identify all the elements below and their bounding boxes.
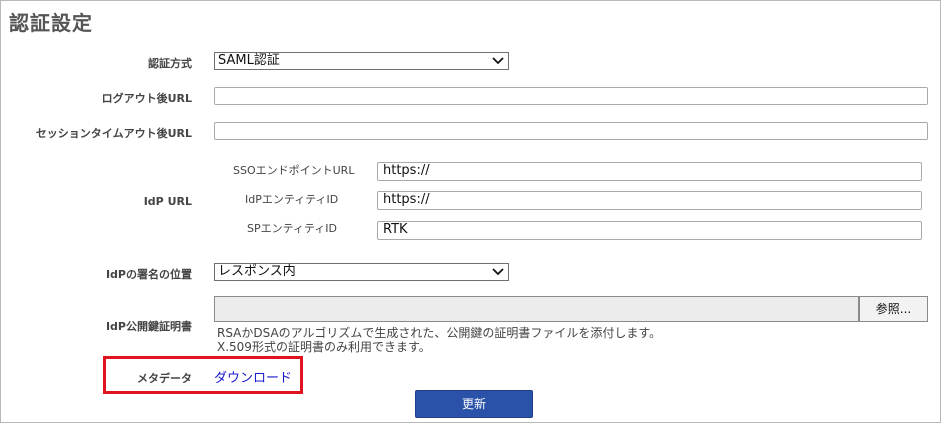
sso-endpoint-label: SSOエンドポイントURL xyxy=(233,164,355,177)
auth-method-label: 認証方式 xyxy=(148,57,192,70)
certificate-file-path[interactable] xyxy=(214,296,859,322)
signature-position-label: IdPの署名の位置 xyxy=(105,268,192,281)
signature-position-value: レスポンス内 xyxy=(218,264,296,279)
signature-position-select[interactable]: レスポンス内 xyxy=(214,263,509,281)
browse-button[interactable]: 参照... xyxy=(859,296,928,322)
chevron-down-icon xyxy=(492,57,504,65)
idp-entity-id-label: IdPエンティティID xyxy=(245,193,339,206)
idp-certificate-label: IdP公開鍵証明書 xyxy=(105,320,192,333)
auth-settings-panel: 認証設定 認証方式 SAML認証 ログアウト後URL セッションタイムアウト後U… xyxy=(0,0,941,423)
session-timeout-url-label: セッションタイムアウト後URL xyxy=(35,127,192,140)
logout-url-input[interactable] xyxy=(214,87,928,105)
certificate-help-line2: X.509形式の証明書のみ利用できます。 xyxy=(217,340,431,354)
auth-method-value: SAML認証 xyxy=(218,53,280,68)
sso-endpoint-input[interactable]: https:// xyxy=(377,162,922,181)
update-button[interactable]: 更新 xyxy=(415,390,533,418)
chevron-down-icon xyxy=(492,268,504,276)
sp-entity-id-label: SPエンティティID xyxy=(247,222,338,235)
highlight-annotation xyxy=(103,356,303,394)
sp-entity-id-input[interactable]: RTK xyxy=(377,221,922,240)
idp-url-label: IdP URL xyxy=(143,195,192,208)
auth-method-select[interactable]: SAML認証 xyxy=(214,52,509,70)
idp-entity-id-input[interactable]: https:// xyxy=(377,191,922,210)
session-timeout-url-input[interactable] xyxy=(214,122,928,140)
logout-url-label: ログアウト後URL xyxy=(101,92,192,105)
page-title: 認証設定 xyxy=(9,11,93,35)
